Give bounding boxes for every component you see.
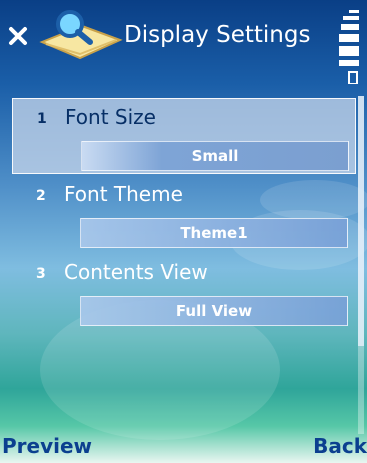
back-softkey[interactable]: Back	[313, 434, 367, 458]
contents-view-selector[interactable]: Full View	[80, 296, 348, 326]
softkey-bar: Preview Back	[0, 432, 367, 463]
header: Display Settings	[0, 0, 367, 88]
setting-font-size[interactable]: 1 Font Size Small	[12, 98, 356, 174]
setting-contents-view[interactable]: 3 Contents View Full View	[12, 254, 356, 330]
font-size-selector[interactable]: Small	[81, 141, 349, 171]
item-number: 3	[36, 266, 46, 282]
setting-value: Full View	[175, 302, 253, 320]
scrollbar-thumb[interactable]	[358, 96, 364, 346]
setting-label: Font Theme	[64, 182, 183, 206]
preview-softkey[interactable]: Preview	[2, 434, 92, 458]
setting-label: Font Size	[65, 105, 156, 129]
item-number: 2	[36, 188, 46, 204]
font-theme-selector[interactable]: Theme1	[80, 218, 348, 248]
search-book-icon	[39, 10, 123, 60]
setting-value: Small	[191, 147, 239, 165]
setting-label: Contents View	[64, 260, 208, 284]
page-title: Display Settings	[124, 22, 311, 48]
item-number: 1	[37, 111, 47, 127]
close-icon[interactable]	[8, 26, 28, 46]
setting-font-theme[interactable]: 2 Font Theme Theme1	[12, 176, 356, 252]
display-settings-screen: Display Settings 1 Font Size Small 2 Fon…	[0, 0, 367, 463]
setting-value: Theme1	[180, 224, 248, 242]
signal-strength-icon	[339, 10, 359, 84]
